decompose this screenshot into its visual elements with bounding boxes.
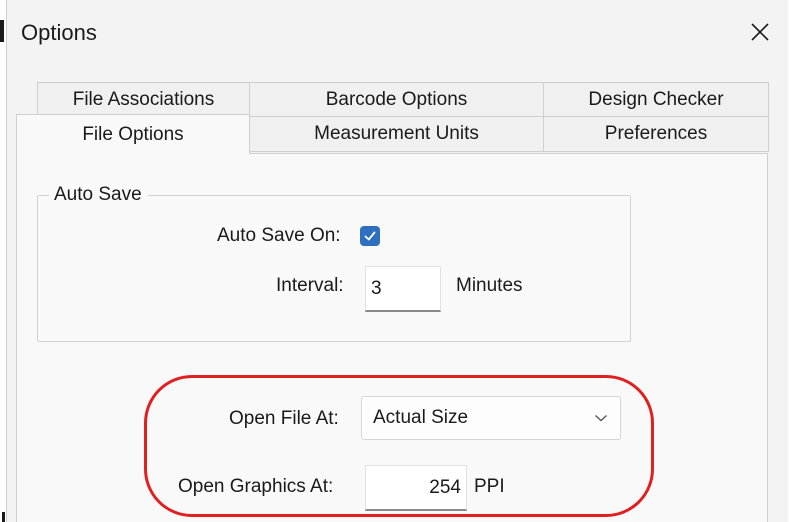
auto-save-on-checkbox[interactable] [360,226,380,246]
tab-label: Design Checker [588,89,724,110]
tab-label: Barcode Options [325,89,468,110]
open-file-at-dropdown[interactable]: Actual Size [361,396,621,440]
open-graphics-at-value: 254 [429,476,461,498]
background-window-fragment [2,512,5,522]
tab-measurement-units[interactable]: Measurement Units [249,116,544,152]
close-button[interactable] [740,12,780,52]
auto-save-group-label: Auto Save [49,184,148,206]
open-file-at-label: Open File At: [229,408,339,429]
auto-save-on-label: Auto Save On: [217,225,341,246]
tab-label: Preferences [604,123,708,144]
tab-file-options[interactable]: File Options [16,114,250,154]
dialog-title: Options [21,20,97,45]
close-icon [751,23,769,41]
interval-input[interactable]: 3 [365,266,441,312]
auto-save-group [37,195,631,342]
tab-preferences[interactable]: Preferences [543,116,769,152]
tab-file-associations[interactable]: File Associations [37,82,250,118]
interval-label: Interval: [276,275,344,296]
interval-unit: Minutes [456,275,523,296]
open-file-at-value: Actual Size [373,407,469,428]
background-window-fragment [0,20,4,42]
tab-label: File Options [82,123,184,145]
interval-value: 3 [371,277,382,299]
tab-label: Measurement Units [314,123,479,144]
chevron-down-icon [595,414,607,422]
title-bar: Options [7,0,788,66]
open-graphics-at-label: Open Graphics At: [178,476,334,497]
tab-barcode-options[interactable]: Barcode Options [249,82,544,118]
tab-design-checker[interactable]: Design Checker [543,82,769,118]
open-graphics-unit: PPI [474,476,505,497]
tab-label: File Associations [72,89,215,110]
open-graphics-at-input[interactable]: 254 [365,465,467,511]
checkmark-icon [364,231,376,241]
